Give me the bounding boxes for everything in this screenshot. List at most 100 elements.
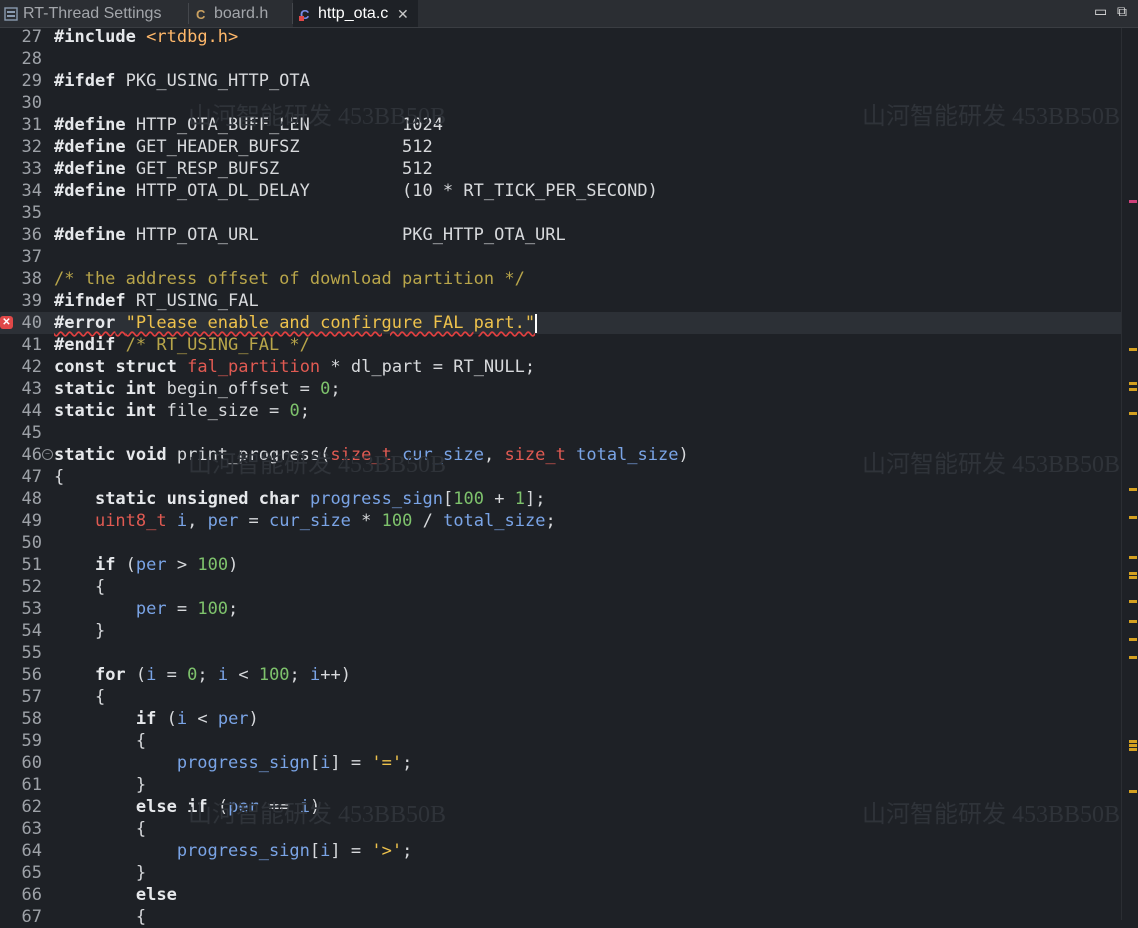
ruler-annotation-mark[interactable] xyxy=(1129,556,1137,559)
code-line[interactable]: 27 #include <rtdbg.h> xyxy=(0,26,1122,48)
code-text: { xyxy=(54,467,65,487)
code-line[interactable]: 46 static void print_progress(size_t cur_… xyxy=(0,444,1122,466)
line-number: 32 xyxy=(21,137,42,157)
code-line[interactable]: 43 static int begin_offset = 0; xyxy=(0,378,1122,400)
code-line[interactable]: 66 else xyxy=(0,884,1122,906)
code-line[interactable]: 59 { xyxy=(0,730,1122,752)
code-text: { xyxy=(54,731,147,751)
restore-icon[interactable]: ⧉ xyxy=(1117,0,1127,22)
ruler-annotation-mark[interactable] xyxy=(1129,200,1137,203)
line-number: 55 xyxy=(21,643,42,663)
code-line[interactable]: 31 #define HTTP_OTA_BUFF_LEN 1024 xyxy=(0,114,1122,136)
tab-divider xyxy=(188,3,189,24)
code-line[interactable]: 29 #ifdef PKG_USING_HTTP_OTA xyxy=(0,70,1122,92)
c-header-icon: C xyxy=(196,7,206,21)
ruler-annotation-mark[interactable] xyxy=(1129,572,1137,575)
ruler-annotation-mark[interactable] xyxy=(1129,790,1137,793)
tab-label: http_ota.c xyxy=(318,5,389,22)
code-line[interactable]: 52 { xyxy=(0,576,1122,598)
line-number: 48 xyxy=(21,489,42,509)
code-line[interactable]: 53 per = 100; xyxy=(0,598,1122,620)
line-number: 58 xyxy=(21,709,42,729)
code-line[interactable]: 36 #define HTTP_OTA_URL PKG_HTTP_OTA_URL xyxy=(0,224,1122,246)
error-marker-icon[interactable]: ✕ xyxy=(0,316,13,329)
line-number: 54 xyxy=(21,621,42,641)
code-line[interactable]: 44 static int file_size = 0; xyxy=(0,400,1122,422)
code-line[interactable]: 51 if (per > 100) xyxy=(0,554,1122,576)
ruler-annotation-mark[interactable] xyxy=(1129,656,1137,659)
line-number: 65 xyxy=(21,863,42,883)
code-line[interactable]: 42 const struct fal_partition * dl_part =… xyxy=(0,356,1122,378)
code-line[interactable]: 60 progress_sign[i] = '='; xyxy=(0,752,1122,774)
overview-ruler[interactable] xyxy=(1121,28,1138,920)
code-line[interactable]: 33 #define GET_RESP_BUFSZ 512 xyxy=(0,158,1122,180)
line-number: 52 xyxy=(21,577,42,597)
code-text: #define HTTP_OTA_URL PKG_HTTP_OTA_URL xyxy=(54,225,566,245)
code-line[interactable]: 41 #endif /* RT_USING_FAL */ xyxy=(0,334,1122,356)
code-line[interactable]: 58 if (i < per) xyxy=(0,708,1122,730)
code-line[interactable]: 54 } xyxy=(0,620,1122,642)
code-line[interactable]: 67 { xyxy=(0,906,1122,928)
ruler-annotation-mark[interactable] xyxy=(1129,388,1137,391)
code-line[interactable]: 39 #ifndef RT_USING_FAL xyxy=(0,290,1122,312)
code-line[interactable]: 45 xyxy=(0,422,1122,444)
code-line[interactable]: 37 xyxy=(0,246,1122,268)
ruler-annotation-mark[interactable] xyxy=(1129,412,1137,415)
code-text: if (per > 100) xyxy=(94,555,239,575)
code-line[interactable]: 48 static unsigned char progress_sign[10… xyxy=(0,488,1122,510)
code-line[interactable]: 63 { xyxy=(0,818,1122,840)
code-line[interactable]: 40 #error "Please enable and confirgure F… xyxy=(0,312,1122,334)
ruler-annotation-mark[interactable] xyxy=(1129,576,1137,579)
minimize-icon[interactable]: ▭ xyxy=(1094,0,1107,22)
ruler-annotation-mark[interactable] xyxy=(1129,516,1137,519)
code-text: for (i = 0; i < 100; i++) xyxy=(94,665,351,685)
code-line[interactable]: 35 xyxy=(0,202,1122,224)
code-line[interactable]: 34 #define HTTP_OTA_DL_DELAY (10 * RT_TIC… xyxy=(0,180,1122,202)
code-line[interactable]: 30 xyxy=(0,92,1122,114)
code-line[interactable]: 62 else if (per == i) xyxy=(0,796,1122,818)
line-number: 35 xyxy=(21,203,42,223)
tab-http-ota-c[interactable]: C http_ota.c ✕ xyxy=(293,0,418,27)
code-line[interactable]: 28 xyxy=(0,48,1122,70)
fold-collapse-icon[interactable]: − xyxy=(42,449,53,460)
ruler-annotation-mark[interactable] xyxy=(1129,348,1137,351)
line-number: 31 xyxy=(21,115,42,135)
code-line[interactable]: 65 } xyxy=(0,862,1122,884)
line-number: 56 xyxy=(21,665,42,685)
code-line[interactable]: 38 /* the address offset of download part… xyxy=(0,268,1122,290)
line-number: 44 xyxy=(21,401,42,421)
code-line[interactable]: 61 } xyxy=(0,774,1122,796)
ruler-annotation-mark[interactable] xyxy=(1129,740,1137,743)
code-line[interactable]: 50 xyxy=(0,532,1122,554)
tab-rt-thread-settings[interactable]: RT-Thread Settings xyxy=(4,0,188,27)
code-line[interactable]: 56 for (i = 0; i < 100; i++) xyxy=(0,664,1122,686)
line-number: 42 xyxy=(21,357,42,377)
ruler-annotation-mark[interactable] xyxy=(1129,600,1137,603)
code-line[interactable]: 32 #define GET_HEADER_BUFSZ 512 xyxy=(0,136,1122,158)
ruler-annotation-mark[interactable] xyxy=(1129,638,1137,641)
line-number: 47 xyxy=(21,467,42,487)
code-text: { xyxy=(54,577,106,597)
code-line[interactable]: 57 { xyxy=(0,686,1122,708)
line-number: 46 xyxy=(21,445,42,465)
code-text: #ifndef RT_USING_FAL xyxy=(54,291,259,311)
code-text: { xyxy=(54,907,147,927)
ruler-annotation-mark[interactable] xyxy=(1129,620,1137,623)
code-text: } xyxy=(54,621,106,641)
ruler-annotation-mark[interactable] xyxy=(1129,488,1137,491)
close-icon[interactable]: ✕ xyxy=(397,0,409,28)
ruler-annotation-mark[interactable] xyxy=(1129,382,1137,385)
code-line[interactable]: 55 xyxy=(0,642,1122,664)
code-text: else xyxy=(135,885,177,905)
ruler-annotation-mark[interactable] xyxy=(1129,744,1137,747)
code-text: } xyxy=(54,863,147,883)
line-number: 45 xyxy=(21,423,42,443)
ruler-annotation-mark[interactable] xyxy=(1129,748,1137,751)
code-line[interactable]: 49 uint8_t i, per = cur_size * 100 / tot… xyxy=(0,510,1122,532)
code-text: static void print_progress(size_t cur_si… xyxy=(54,445,689,465)
line-number: 64 xyxy=(21,841,42,861)
line-number: 41 xyxy=(21,335,42,355)
code-line[interactable]: 64 progress_sign[i] = '>'; xyxy=(0,840,1122,862)
tab-board-h[interactable]: C board.h xyxy=(195,0,291,27)
code-line[interactable]: 47 { xyxy=(0,466,1122,488)
